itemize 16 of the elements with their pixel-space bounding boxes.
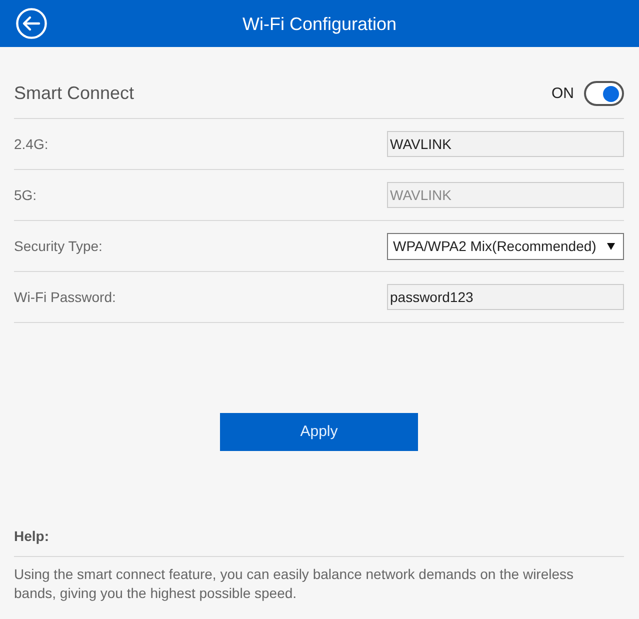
- toggle-state-label: ON: [552, 84, 574, 104]
- back-icon[interactable]: [16, 8, 47, 39]
- field-label: Wi-Fi Password:: [14, 288, 116, 307]
- field-label: Security Type:: [14, 237, 102, 256]
- field-label: 2.4G:: [14, 135, 48, 154]
- text-field[interactable]: WAVLINK: [387, 131, 624, 157]
- help-heading: Help:: [14, 528, 49, 544]
- smart-connect-toggle[interactable]: [584, 81, 624, 106]
- caret-icon: [607, 242, 615, 250]
- page-title: Wi-Fi Configuration: [242, 14, 397, 32]
- smart-connect-label: Smart Connect: [14, 82, 134, 105]
- apply-button[interactable]: Apply: [220, 413, 418, 451]
- help-text: Using the smart connect feature, you can easily balance network demands on the wireless bands, giving you the highest possible speed.: [14, 565, 575, 603]
- text-field[interactable]: password123: [387, 284, 624, 310]
- field-label: 5G:: [14, 186, 37, 205]
- security-type-dropdown[interactable]: WPA/WPA2 Mix(Recommended): [387, 232, 624, 260]
